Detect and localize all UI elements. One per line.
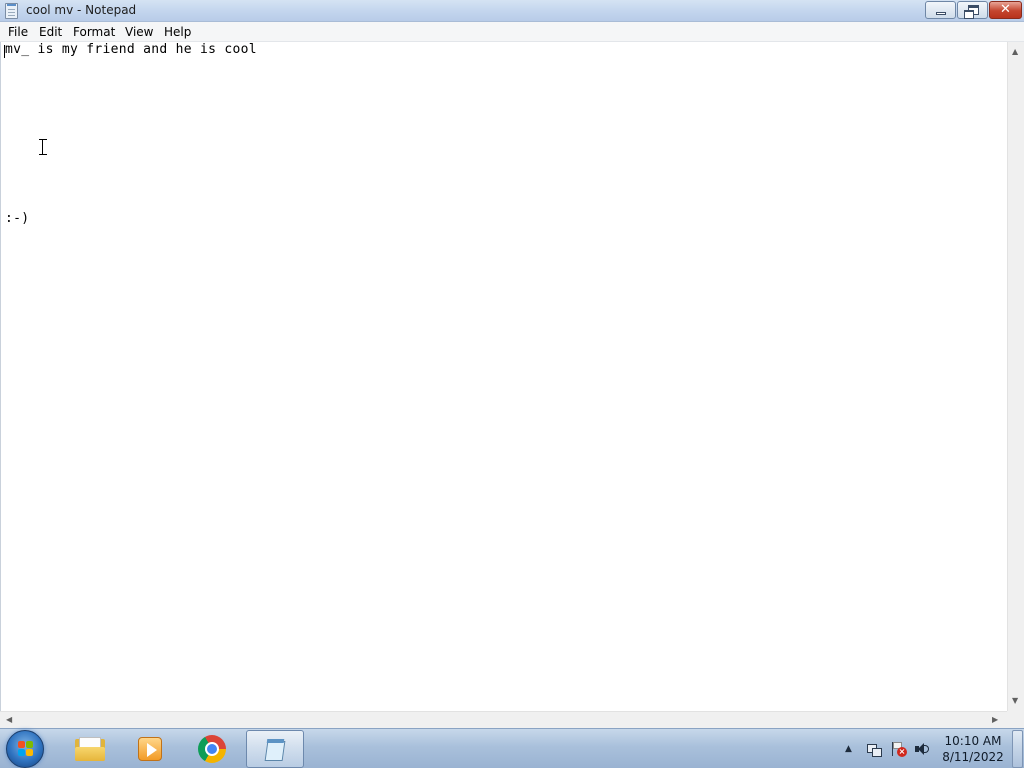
scroll-down-icon[interactable]: ▼ [1012, 697, 1018, 705]
show-hidden-icons-button[interactable]: ▲ [845, 744, 852, 754]
taskbar: ▲ × 10:10 AM 8/11/2022 [0, 728, 1024, 768]
menu-view[interactable]: View [125, 25, 153, 39]
taskbar-chrome[interactable] [183, 730, 241, 768]
clock-time: 10:10 AM [944, 734, 1002, 748]
action-center-icon[interactable]: × [890, 741, 907, 757]
menu-edit[interactable]: Edit [39, 25, 62, 39]
restore-button[interactable] [957, 1, 988, 19]
taskbar-explorer[interactable] [60, 730, 118, 768]
menu-help[interactable]: Help [164, 25, 191, 39]
window-title: cool mv - Notepad [26, 3, 137, 17]
scroll-up-icon[interactable]: ▲ [1012, 48, 1018, 56]
windows-logo-icon [18, 741, 34, 757]
close-icon: ✕ [1000, 2, 1011, 17]
taskbar-notepad[interactable] [246, 730, 304, 768]
volume-icon[interactable] [914, 741, 930, 757]
menu-format[interactable]: Format [73, 25, 115, 39]
network-icon[interactable] [866, 741, 882, 757]
menu-bar: File Edit Format View Help [0, 22, 1024, 42]
text-editor[interactable]: mv_ is my friend and he is cool :-) [0, 42, 1007, 711]
restore-icon [964, 5, 979, 19]
start-button[interactable] [6, 730, 44, 768]
menu-file[interactable]: File [8, 25, 28, 39]
text-line-1: mv_ is my friend and he is cool [5, 42, 257, 57]
scrollbar-corner [1007, 711, 1024, 728]
vertical-scrollbar[interactable]: ▲ ▼ [1007, 42, 1024, 711]
notepad-icon [264, 737, 288, 763]
horizontal-scrollbar[interactable]: ◀ ▶ [0, 711, 1007, 728]
ibeam-cursor-icon [39, 139, 47, 155]
minimize-icon [936, 12, 946, 15]
scroll-right-icon[interactable]: ▶ [992, 716, 998, 724]
media-player-icon [138, 737, 162, 761]
text-line-2: :-) [5, 211, 30, 226]
scroll-left-icon[interactable]: ◀ [6, 716, 12, 724]
folder-icon [75, 737, 105, 761]
notepad-app-icon[interactable] [5, 3, 18, 19]
minimize-button[interactable] [925, 1, 956, 19]
close-button[interactable]: ✕ [989, 1, 1022, 19]
show-desktop-button[interactable] [1012, 730, 1023, 768]
chrome-icon [198, 735, 226, 763]
system-clock[interactable]: 10:10 AM 8/11/2022 [938, 733, 1008, 765]
taskbar-media-player[interactable] [120, 730, 178, 768]
title-bar[interactable]: cool mv - Notepad ✕ [0, 0, 1024, 22]
clock-date: 8/11/2022 [942, 750, 1004, 764]
